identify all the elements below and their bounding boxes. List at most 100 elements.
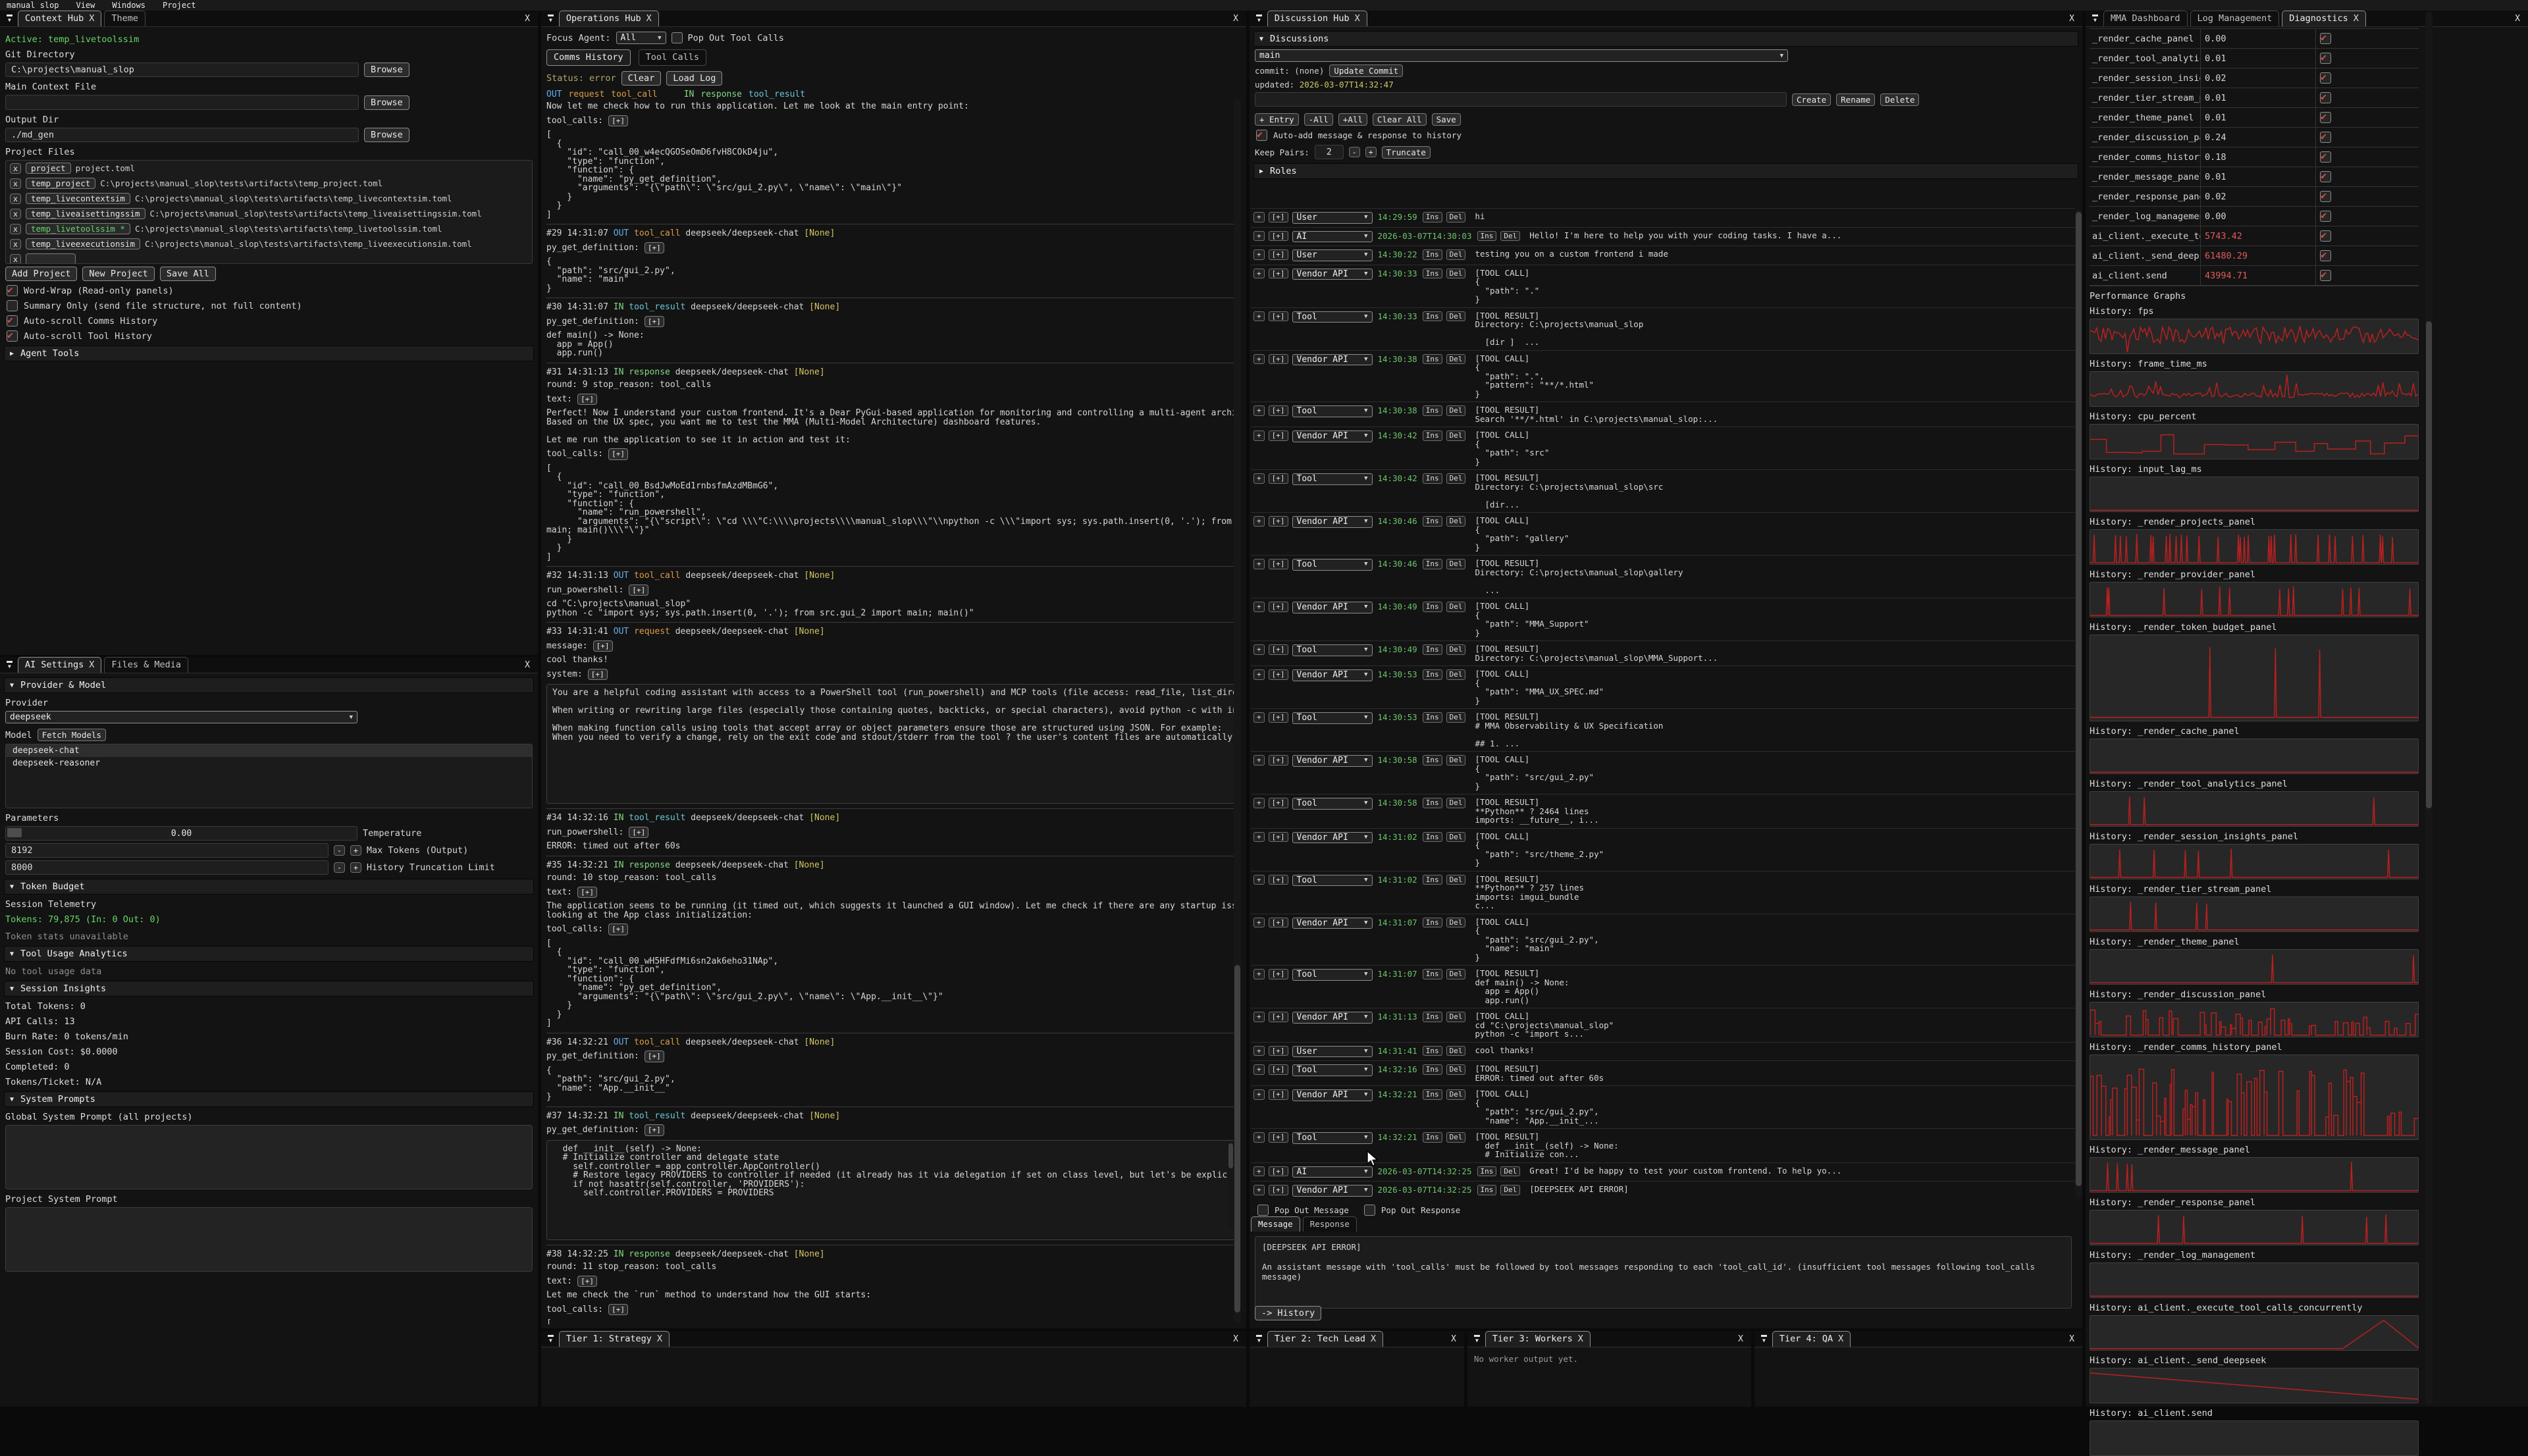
collapse-icon[interactable]: ▼ xyxy=(548,1335,554,1343)
insert-button[interactable]: Ins xyxy=(1423,1012,1442,1022)
remove-file-button[interactable]: x xyxy=(10,224,21,234)
role-combo[interactable]: Tool▼ xyxy=(1292,311,1373,323)
output-dir-browse-button[interactable]: Browse xyxy=(364,128,409,142)
expand-button[interactable]: [+] xyxy=(608,115,628,127)
log-child-box[interactable]: def __init__(self) -> None: # Initialize… xyxy=(546,1140,1236,1240)
entry-button[interactable]: + Entry xyxy=(1255,113,1299,126)
keep-pairs-input[interactable]: 2 xyxy=(1315,145,1344,159)
panel-close-icon[interactable]: X xyxy=(1233,1334,1246,1347)
project-file-badge[interactable]: temp_liveexecutionsim xyxy=(26,238,140,249)
expand-entry-button[interactable]: [+] xyxy=(1269,231,1288,242)
expand-entry-button[interactable]: [+] xyxy=(1269,1185,1288,1195)
keep-pairs-minus-button[interactable]: - xyxy=(1349,147,1360,157)
role-combo[interactable]: Tool▼ xyxy=(1292,1132,1373,1144)
panel-close-icon[interactable]: X xyxy=(1233,14,1246,26)
menu-item-manual-slop[interactable]: manual slop xyxy=(7,1,59,10)
profiler-checkbox[interactable] xyxy=(2320,171,2331,182)
roles-header[interactable]: ▶Roles xyxy=(1253,163,2078,179)
output-dir-input[interactable]: ./md_gen xyxy=(5,128,359,142)
auto-add-checkbox[interactable] xyxy=(1256,130,1267,141)
role-combo[interactable]: Vendor API▼ xyxy=(1292,602,1373,613)
expand-button[interactable]: [+] xyxy=(645,1051,664,1062)
expand-button[interactable]: [+] xyxy=(645,242,664,254)
tab-close-icon[interactable]: X xyxy=(89,13,94,24)
tab-close-icon[interactable]: X xyxy=(657,1334,662,1344)
delete-button[interactable]: Del xyxy=(1446,1132,1466,1143)
add-entry-button[interactable]: + xyxy=(1253,669,1265,680)
add-entry-button[interactable]: + xyxy=(1253,918,1265,928)
role-combo[interactable]: Vendor API▼ xyxy=(1292,918,1373,929)
delete-button[interactable]: Del xyxy=(1500,1166,1520,1177)
insert-button[interactable]: Ins xyxy=(1423,755,1442,766)
expand-button[interactable]: [+] xyxy=(608,448,628,460)
expand-entry-button[interactable]: [+] xyxy=(1269,405,1288,416)
profiler-checkbox[interactable] xyxy=(2320,33,2331,44)
add-entry-button[interactable]: + xyxy=(1253,354,1265,365)
delete-button[interactable]: Del xyxy=(1446,644,1466,655)
expand-button[interactable]: [+] xyxy=(577,394,597,405)
insert-button[interactable]: Ins xyxy=(1423,559,1442,569)
rename-button[interactable]: Rename xyxy=(1836,93,1875,106)
profiler-checkbox[interactable] xyxy=(2320,92,2331,103)
pop-out-response-checkbox[interactable] xyxy=(1364,1205,1375,1216)
max-tokens-input[interactable]: 8192 xyxy=(5,843,329,858)
insert-button[interactable]: Ins xyxy=(1423,875,1442,885)
insert-button[interactable]: Ins xyxy=(1423,311,1442,322)
tab-theme[interactable]: Theme xyxy=(104,11,145,26)
role-combo[interactable]: Vendor API▼ xyxy=(1292,430,1373,442)
delete-button[interactable]: Del xyxy=(1446,212,1466,222)
insert-button[interactable]: Ins xyxy=(1423,918,1442,928)
delete-button[interactable]: Del xyxy=(1446,712,1466,723)
delete-button[interactable]: Del xyxy=(1446,832,1466,843)
expand-entry-button[interactable]: [+] xyxy=(1269,559,1288,569)
role-combo[interactable]: User▼ xyxy=(1292,1046,1373,1058)
system-prompts-header[interactable]: ▼System Prompts xyxy=(4,1091,534,1107)
tab-context-hub[interactable]: Context HubX xyxy=(18,11,102,26)
model-item-deepseek-chat[interactable]: deepseek-chat xyxy=(6,744,532,757)
discussion-combo[interactable]: main▼ xyxy=(1255,49,1788,62)
profiler-checkbox[interactable] xyxy=(2320,270,2331,281)
role-combo[interactable]: Vendor API▼ xyxy=(1292,669,1373,681)
insert-button[interactable]: Ins xyxy=(1423,269,1442,279)
tab-response[interactable]: Response xyxy=(1303,1216,1357,1232)
add-entry-button[interactable]: + xyxy=(1253,405,1265,416)
expand-entry-button[interactable]: [+] xyxy=(1269,1064,1288,1075)
expand-entry-button[interactable]: [+] xyxy=(1269,644,1288,655)
global-prompt-textarea[interactable] xyxy=(5,1125,533,1189)
role-combo[interactable]: Tool▼ xyxy=(1292,712,1373,724)
comms-log[interactable]: Now let me check how to run this applica… xyxy=(546,99,1236,1324)
delete-button[interactable]: Del xyxy=(1446,1089,1466,1100)
diagnostics-scrollbar[interactable] xyxy=(2425,12,2433,1405)
expand-button[interactable]: [+] xyxy=(577,887,597,898)
clear-all-button[interactable]: Clear All xyxy=(1373,113,1427,126)
provider-model-header[interactable]: ▼Provider & Model xyxy=(4,677,534,693)
role-combo[interactable]: Vendor API▼ xyxy=(1292,1089,1373,1101)
tab-tier3[interactable]: Tier 3: WorkersX xyxy=(1485,1331,1591,1347)
insert-button[interactable]: Ins xyxy=(1423,798,1442,808)
history-limit-plus-button[interactable]: + xyxy=(350,862,361,873)
role-combo[interactable]: User▼ xyxy=(1292,212,1373,224)
tab-comms-history[interactable]: Comms History xyxy=(546,49,631,66)
role-combo[interactable]: Tool▼ xyxy=(1292,473,1373,485)
expand-entry-button[interactable]: [+] xyxy=(1269,712,1288,723)
add-entry-button[interactable]: + xyxy=(1253,1132,1265,1143)
project-files-list[interactable]: xprojectproject.tomlxtemp_projectC:\proj… xyxy=(5,160,533,264)
role-combo[interactable]: Vendor API▼ xyxy=(1292,1012,1373,1024)
delete-button[interactable]: Del xyxy=(1446,755,1466,766)
slider-grab[interactable] xyxy=(7,828,22,837)
collapse-icon[interactable]: ▼ xyxy=(1256,14,1262,23)
role-combo[interactable]: Vendor API▼ xyxy=(1292,755,1373,767)
menu-item-windows[interactable]: Windows xyxy=(112,1,145,10)
all-button[interactable]: +All xyxy=(1338,113,1367,126)
expand-button[interactable]: [+] xyxy=(645,1124,664,1136)
expand-entry-button[interactable]: [+] xyxy=(1269,249,1288,260)
insert-button[interactable]: Ins xyxy=(1477,1166,1497,1177)
remove-file-button[interactable]: x xyxy=(10,194,21,204)
delete-button[interactable]: Del xyxy=(1446,1046,1466,1056)
load-log-button[interactable]: Load Log xyxy=(666,71,722,86)
remove-file-button[interactable]: x xyxy=(10,163,21,174)
expand-entry-button[interactable]: [+] xyxy=(1269,832,1288,843)
expand-button[interactable]: [+] xyxy=(629,585,648,596)
expand-entry-button[interactable]: [+] xyxy=(1269,354,1288,365)
model-list[interactable]: deepseek-chatdeepseek-reasoner xyxy=(5,744,533,808)
